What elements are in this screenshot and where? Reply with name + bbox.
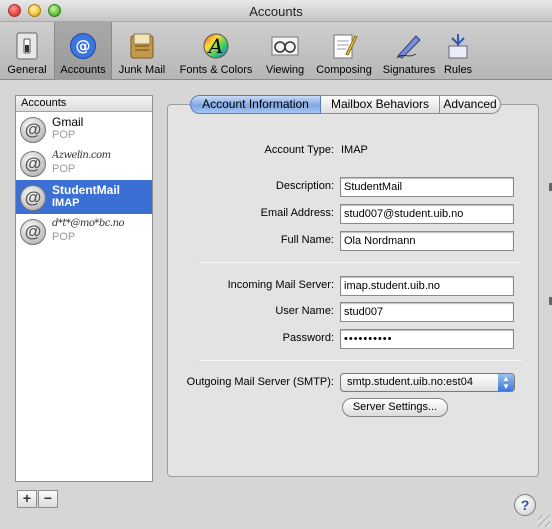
divider xyxy=(199,262,522,263)
preferences-toolbar: General @ Accounts Junk Mail A Fonts & C… xyxy=(0,22,552,80)
incoming-server-field[interactable]: imap.student.uib.no xyxy=(340,276,514,296)
toolbar-composing-label: Composing xyxy=(316,64,372,76)
add-account-button[interactable]: + xyxy=(17,490,37,508)
help-button[interactable]: ? xyxy=(514,494,536,516)
toolbar-viewing[interactable]: Viewing xyxy=(260,22,310,80)
account-name: Gmail xyxy=(52,115,84,129)
server-settings-button[interactable]: Server Settings... xyxy=(342,398,448,417)
toolbar-signatures-label: Signatures xyxy=(382,64,436,76)
password-field[interactable]: •••••••••• xyxy=(340,329,514,349)
toolbar-viewing-label: Viewing xyxy=(265,64,305,76)
account-type: POP xyxy=(52,163,76,175)
fullname-label: Full Name: xyxy=(280,234,334,246)
toolbar-composing[interactable]: Composing xyxy=(310,22,378,80)
tab-account-information[interactable]: Account Information xyxy=(190,95,321,114)
settings-tabs: Account Information Mailbox Behaviors Ad… xyxy=(190,95,501,114)
account-type-row: Account Type: IMAP xyxy=(0,141,552,161)
toolbar-fonts-colors[interactable]: A Fonts & Colors xyxy=(172,22,260,80)
tab-mailbox-behaviors[interactable]: Mailbox Behaviors xyxy=(321,95,440,114)
toolbar-junk-mail[interactable]: Junk Mail xyxy=(112,22,172,80)
email-label: Email Address: xyxy=(260,207,334,219)
description-row: Description: StudentMail xyxy=(0,177,552,197)
description-field[interactable]: StudentMail xyxy=(340,177,514,197)
toolbar-junk-mail-label: Junk Mail xyxy=(118,64,166,76)
accounts-list-header: Accounts xyxy=(16,96,152,112)
divider xyxy=(199,360,522,361)
smtp-label: Outgoing Mail Server (SMTP): xyxy=(186,376,334,388)
smtp-row: Outgoing Mail Server (SMTP): smtp.studen… xyxy=(0,373,552,393)
at-sign-icon: @ xyxy=(20,117,46,143)
fullname-field[interactable]: Ola Nordmann xyxy=(340,231,514,251)
smtp-server-popup[interactable]: smtp.student.uib.no:est04 ▲ ▼ xyxy=(340,373,515,392)
toolbar-accounts-label: Accounts xyxy=(60,64,106,76)
glasses-icon xyxy=(270,31,300,61)
password-row: Password: •••••••••• xyxy=(0,329,552,349)
pen-icon xyxy=(394,31,424,61)
svg-text:@: @ xyxy=(76,37,91,55)
toolbar-general[interactable]: General xyxy=(0,22,54,80)
remove-account-button[interactable]: − xyxy=(38,490,58,508)
account-type-label: Account Type: xyxy=(264,144,334,156)
notepad-pencil-icon xyxy=(329,31,359,61)
rules-icon xyxy=(443,31,473,61)
smtp-server-value: smtp.student.uib.no:est04 xyxy=(347,376,473,388)
font-icon: A xyxy=(201,31,231,61)
resize-grip-icon[interactable] xyxy=(538,515,550,527)
email-field[interactable]: stud007@student.uib.no xyxy=(340,204,514,224)
svg-text:A: A xyxy=(207,34,223,58)
account-type-value: IMAP xyxy=(341,144,368,156)
toolbar-accounts[interactable]: @ Accounts xyxy=(54,22,112,80)
description-label: Description: xyxy=(275,180,334,192)
title-bar: Accounts xyxy=(0,0,552,22)
incoming-server-row: Incoming Mail Server: imap.student.uib.n… xyxy=(0,276,552,296)
toolbar-general-label: General xyxy=(7,64,47,76)
username-row: User Name: stud007 xyxy=(0,302,552,322)
toolbar-rules-label: Rules xyxy=(443,64,473,76)
password-label: Password: xyxy=(282,332,334,344)
toolbar-signatures[interactable]: Signatures xyxy=(378,22,440,80)
toolbar-rules[interactable]: Rules xyxy=(440,22,476,80)
fullname-row: Full Name: Ola Nordmann xyxy=(0,231,552,251)
tab-advanced[interactable]: Advanced xyxy=(440,95,501,114)
window-title: Accounts xyxy=(249,4,303,19)
junk-mail-icon xyxy=(127,31,157,61)
incoming-server-label: Incoming Mail Server: xyxy=(227,279,334,291)
chevron-up-down-icon: ▲ ▼ xyxy=(498,374,514,391)
toolbar-fonts-colors-label: Fonts & Colors xyxy=(179,64,253,76)
switch-icon xyxy=(12,31,42,61)
at-sign-icon: @ xyxy=(68,31,98,61)
email-row: Email Address: stud007@student.uib.no xyxy=(0,204,552,224)
username-field[interactable]: stud007 xyxy=(340,302,514,322)
username-label: User Name: xyxy=(275,305,334,317)
